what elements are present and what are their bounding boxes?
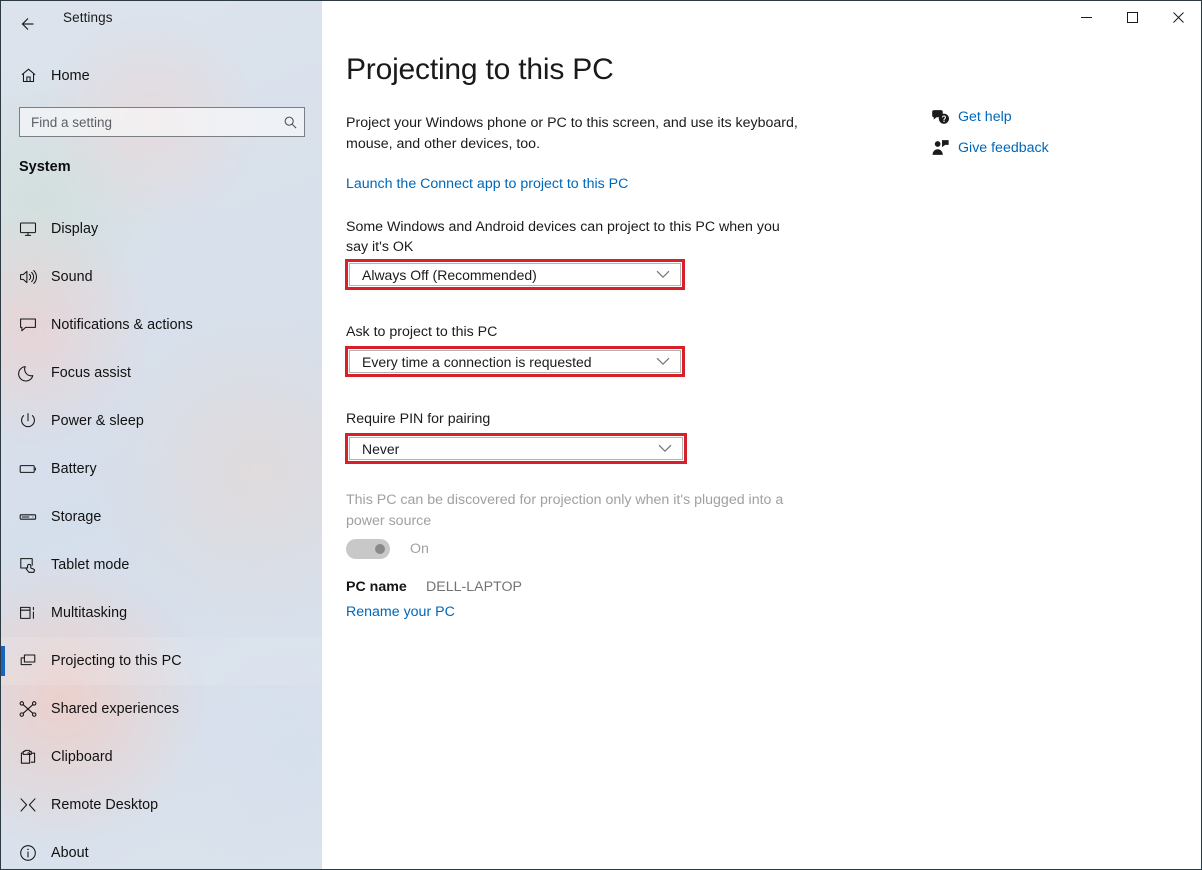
sidebar-item-label: Clipboard	[51, 749, 113, 765]
sidebar-item-remote-desktop[interactable]: Remote Desktop	[1, 781, 322, 829]
sidebar-nav-list: Display Sound Notifications & actions Focus…	[1, 205, 322, 869]
sidebar-item-label: Power & sleep	[51, 413, 144, 429]
sidebar-item-about[interactable]: About	[1, 829, 322, 869]
sidebar-item-label: Multitasking	[51, 605, 128, 621]
chat-bubble-icon	[5, 315, 51, 335]
share-nodes-icon	[5, 699, 51, 719]
remote-desktop-icon	[5, 795, 51, 815]
launch-connect-app-link[interactable]: Launch the Connect app to project to thi…	[346, 176, 628, 192]
sidebar-item-notifications-actions[interactable]: Notifications & actions	[1, 301, 322, 349]
sidebar-item-battery[interactable]: Battery	[1, 445, 322, 493]
sidebar-section-title: System	[19, 159, 71, 175]
sidebar-item-label: About	[51, 845, 89, 861]
speaker-icon	[5, 267, 51, 287]
search-icon[interactable]	[276, 115, 304, 130]
give-feedback-label: Give feedback	[958, 139, 1049, 156]
power-source-note: This PC can be discovered for projection…	[346, 492, 784, 529]
main-content: Projecting to this PC Project your Windo…	[322, 1, 1201, 869]
sidebar-item-tablet-mode[interactable]: Tablet mode	[1, 541, 322, 589]
multitask-icon	[5, 603, 51, 623]
sidebar-item-label: Remote Desktop	[51, 797, 159, 813]
require-pin-dropdown[interactable]: Never	[349, 437, 683, 460]
sidebar-item-label: Display	[51, 221, 99, 237]
power-source-toggle-row: On	[346, 539, 429, 559]
setting-label-ask-to-project: Ask to project to this PC	[346, 324, 498, 340]
help-bubble-icon	[922, 108, 958, 126]
sidebar-item-power-sleep[interactable]: Power & sleep	[1, 397, 322, 445]
ask-to-project-dropdown-highlight: Every time a connection is requested	[345, 346, 685, 377]
sidebar-item-display[interactable]: Display	[1, 205, 322, 253]
sidebar-item-label: Sound	[51, 269, 93, 285]
feedback-person-icon	[922, 139, 958, 157]
sidebar-item-storage[interactable]: Storage	[1, 493, 322, 541]
pc-name-label: PC name	[346, 579, 407, 595]
monitor-icon	[5, 219, 51, 239]
chevron-down-icon	[658, 444, 672, 453]
sidebar: Settings Home Find a setting System Disp…	[1, 1, 322, 869]
minimize-icon[interactable]	[1063, 1, 1109, 33]
get-help-link[interactable]: Get help	[922, 101, 1172, 132]
setting-label-project-permission: Some Windows and Android devices can pro…	[346, 219, 780, 255]
rename-pc-link[interactable]: Rename your PC	[346, 604, 455, 620]
ask-to-project-value: Every time a connection is requested	[362, 353, 592, 370]
require-pin-value: Never	[362, 440, 400, 457]
sidebar-item-label: Battery	[51, 461, 97, 477]
setting-label-require-pin: Require PIN for pairing	[346, 411, 491, 427]
ask-to-project-dropdown[interactable]: Every time a connection is requested	[349, 350, 681, 373]
titlebar-left: Settings	[1, 1, 322, 47]
project-permission-value: Always Off (Recommended)	[362, 266, 537, 283]
project-permission-dropdown-highlight: Always Off (Recommended)	[345, 259, 685, 290]
sidebar-item-projecting-to-this-pc[interactable]: Projecting to this PC	[1, 637, 322, 685]
toggle-knob	[375, 544, 385, 554]
give-feedback-link[interactable]: Give feedback	[922, 132, 1172, 163]
project-screens-icon	[5, 651, 51, 671]
sidebar-item-home[interactable]: Home	[1, 59, 322, 92]
sidebar-item-label: Shared experiences	[51, 701, 180, 717]
close-icon[interactable]	[1155, 1, 1201, 33]
sidebar-item-label: Tablet mode	[51, 557, 130, 573]
search-box[interactable]	[19, 107, 305, 137]
home-icon	[5, 66, 51, 85]
sidebar-item-label: Projecting to this PC	[51, 653, 182, 669]
require-pin-dropdown-highlight: Never	[345, 433, 687, 464]
info-icon	[5, 843, 51, 863]
moon-icon	[5, 363, 51, 383]
pc-name-value: DELL-LAPTOP	[426, 579, 522, 595]
sidebar-item-multitasking[interactable]: Multitasking	[1, 589, 322, 637]
intro-description: Project your Windows phone or PC to this…	[346, 115, 798, 152]
pc-name-row: PC name DELL-LAPTOP	[346, 579, 522, 595]
sidebar-item-home-label: Home	[51, 67, 90, 84]
maximize-icon[interactable]	[1109, 1, 1155, 33]
chevron-down-icon	[656, 357, 670, 366]
sidebar-item-focus-assist[interactable]: Focus assist	[1, 349, 322, 397]
chevron-down-icon	[656, 270, 670, 279]
sidebar-item-label: Storage	[51, 509, 102, 525]
right-rail: Get help Give feedback	[922, 101, 1172, 163]
power-source-toggle-label: On	[410, 541, 429, 557]
page-title: Projecting to this PC	[346, 53, 614, 86]
battery-icon	[5, 459, 51, 479]
sidebar-item-clipboard[interactable]: Clipboard	[1, 733, 322, 781]
back-arrow-icon[interactable]	[9, 4, 49, 44]
sidebar-item-label: Focus assist	[51, 365, 132, 381]
power-source-toggle	[346, 539, 390, 559]
get-help-label: Get help	[958, 108, 1012, 125]
window-controls	[1063, 1, 1201, 33]
sidebar-item-label: Notifications & actions	[51, 317, 193, 333]
settings-window: Settings Home Find a setting System Disp…	[0, 0, 1202, 870]
tablet-touch-icon	[5, 555, 51, 575]
project-permission-dropdown[interactable]: Always Off (Recommended)	[349, 263, 681, 286]
sidebar-item-sound[interactable]: Sound	[1, 253, 322, 301]
drive-icon	[5, 507, 51, 527]
power-icon	[5, 411, 51, 431]
app-title: Settings	[63, 10, 113, 25]
clipboard-icon	[5, 747, 51, 767]
search-input[interactable]	[20, 114, 276, 130]
sidebar-item-shared-experiences[interactable]: Shared experiences	[1, 685, 322, 733]
